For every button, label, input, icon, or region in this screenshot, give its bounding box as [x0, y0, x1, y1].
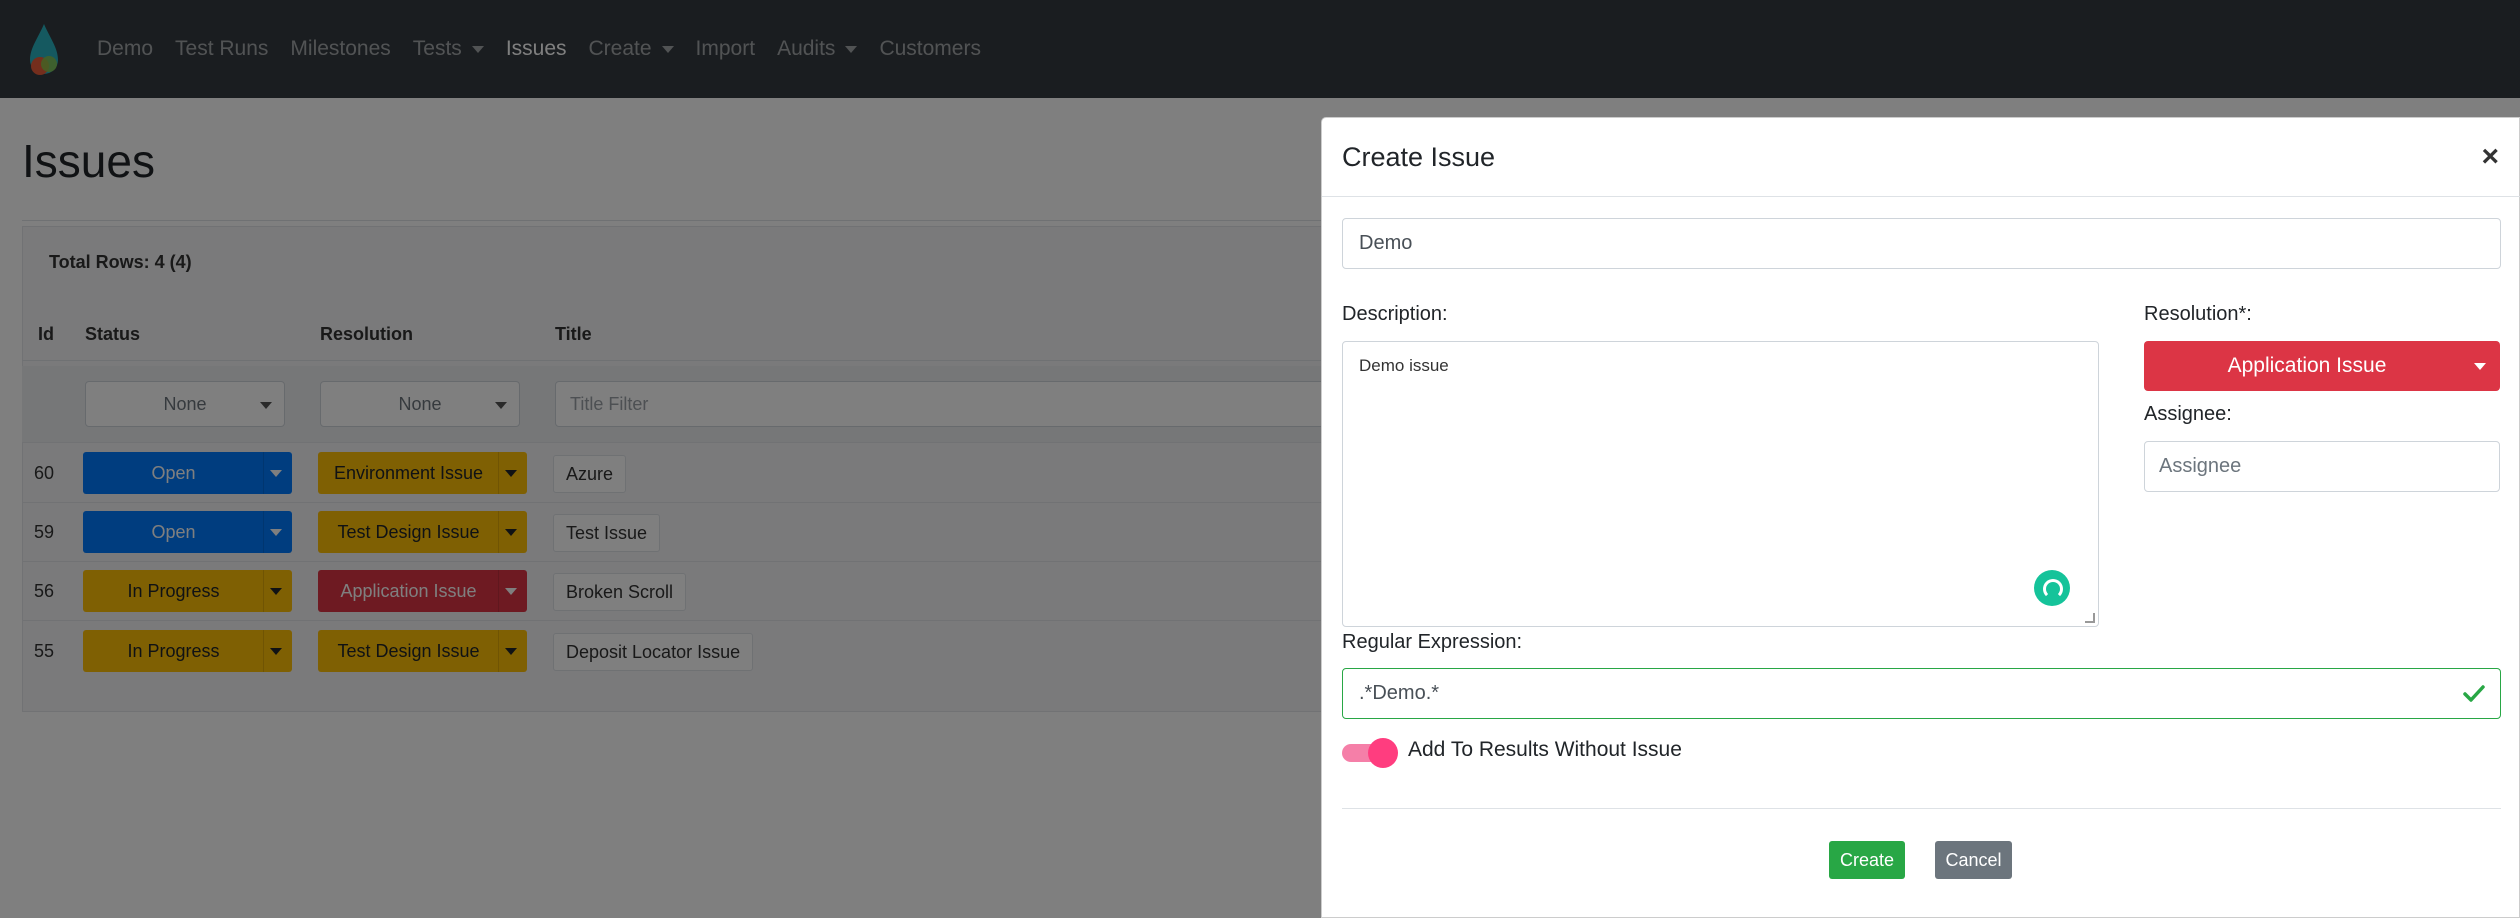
description-text: Demo issue — [1359, 356, 1449, 375]
create-button[interactable]: Create — [1829, 841, 1905, 879]
resize-handle-icon[interactable] — [2085, 613, 2095, 623]
assignee-input[interactable]: Assignee — [2144, 441, 2500, 492]
description-textarea[interactable]: Demo issue — [1342, 341, 2099, 627]
add-to-results-toggle[interactable] — [1342, 738, 1398, 768]
regex-label: Regular Expression: — [1342, 631, 1523, 653]
close-icon[interactable]: × — [2481, 142, 2499, 172]
resolution-label: Resolution*: — [2144, 303, 2252, 325]
checkmark-icon — [2463, 685, 2485, 702]
cancel-button[interactable]: Cancel — [1935, 841, 2012, 879]
divider — [1342, 808, 2501, 809]
grammar-assistant-icon[interactable] — [2034, 570, 2070, 606]
modal-title: Create Issue — [1342, 142, 1496, 172]
chevron-down-icon — [2474, 363, 2486, 370]
toggle-label: Add To Results Without Issue — [1408, 738, 1682, 761]
issue-name-input[interactable]: Demo — [1342, 218, 2501, 269]
create-issue-modal: Create Issue × Demo Description: Demo is… — [1321, 117, 2520, 918]
divider — [1322, 196, 2520, 197]
resolution-select[interactable]: Application Issue — [2144, 341, 2500, 391]
toggle-knob — [1368, 738, 1398, 768]
assignee-label: Assignee: — [2144, 403, 2232, 425]
regex-input[interactable]: .*Demo.* — [1342, 668, 2501, 719]
description-label: Description: — [1342, 303, 1448, 325]
